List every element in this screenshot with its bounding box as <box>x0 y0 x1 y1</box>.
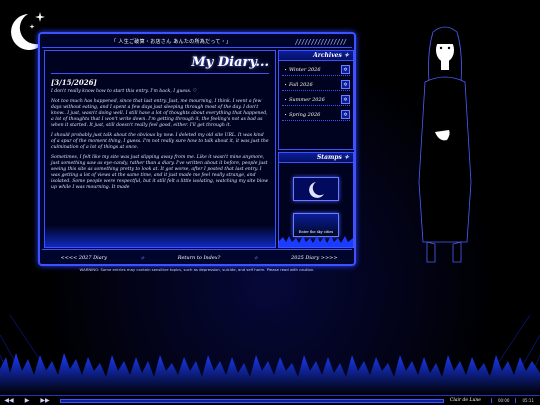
sparkle-icon: ✧ <box>253 254 259 262</box>
previous-track-button[interactable]: ◀◀ <box>0 397 18 404</box>
archive-label: Fall 2026 <box>289 81 313 88</box>
archive-label: Winter 2026 <box>289 66 321 73</box>
divider <box>42 249 352 250</box>
leaf-icon: ✲ <box>341 80 350 89</box>
flower-icon: ✲ <box>341 110 350 119</box>
diary-panel[interactable]: My Diary... [3/15/2026] I don't really k… <box>44 50 276 248</box>
archive-item-summer[interactable]: • Summer 2026 ✲ <box>282 94 350 106</box>
entry-paragraph: I don't really know how to start this en… <box>51 89 197 94</box>
grass-decoration <box>279 236 353 247</box>
diary-title: My Diary... <box>191 55 269 70</box>
diary-window: 「 人生ご破算・お店さん あんたの所為だって・」 ///////////////… <box>38 32 356 266</box>
stamps-title: Stamps ✧ <box>279 153 353 163</box>
next-diary-link[interactable]: 2025 Diary >>>> <box>291 255 337 261</box>
bullet-icon: • <box>284 112 287 117</box>
window-title: 「 人生ご破算・お店さん あんたの所為だって・」 <box>111 39 232 45</box>
bullet-icon: • <box>284 82 287 87</box>
archives-title: Archives ✧ <box>279 51 353 61</box>
moon-stamp-icon <box>309 182 324 198</box>
return-index-link[interactable]: Return to Index? <box>178 255 221 261</box>
stamp-caption: Enter the sky cities <box>298 230 334 234</box>
archive-label: Summer 2026 <box>289 96 325 103</box>
title-bar: 「 人生ご破算・お店さん あんたの所為だって・」 ///////////////… <box>42 36 352 48</box>
entry-date: [3/15/2026] <box>51 78 97 87</box>
play-button[interactable]: ▶ <box>18 397 36 404</box>
diary-nav: <<<< 2027 Diary ✧ Return to Index? ✧ 202… <box>44 252 354 264</box>
divider <box>42 264 352 265</box>
divider <box>51 73 269 74</box>
archive-item-fall[interactable]: • Fall 2026 ✲ <box>282 79 350 91</box>
duration-time: 05:11 <box>515 398 540 403</box>
content-warning: WARNING: Some entries may contain sensit… <box>79 267 315 272</box>
music-player: ◀◀ ▶ ▶▶ Clair de Lune 00:00 05:11 <box>0 395 540 405</box>
elapsed-time: 00:00 <box>490 398 516 403</box>
progress-bar[interactable] <box>60 398 444 403</box>
archives-panel: Archives ✧ • Winter 2026 ✲ • Fall 2026 ✲… <box>278 50 354 150</box>
sun-icon: ✲ <box>341 95 350 104</box>
character-figure <box>418 26 472 263</box>
archive-item-spring[interactable]: • Spring 2026 ✲ <box>282 109 350 121</box>
entry-paragraph: Sometimes, I felt like my site was just … <box>51 155 269 190</box>
diary-glow <box>45 225 275 247</box>
sparkle-icon: ✧ <box>139 254 145 262</box>
moon-stamp[interactable] <box>293 177 339 201</box>
bullet-icon: • <box>284 97 287 102</box>
grass-decoration <box>0 353 540 395</box>
sky-cities-stamp[interactable]: Enter the sky cities <box>293 213 339 237</box>
title-stripes: //////////////// <box>294 37 347 46</box>
song-title: Clair de Lune <box>449 398 481 403</box>
next-track-button[interactable]: ▶▶ <box>36 397 54 404</box>
entry-paragraph: Not too much has happened, since that la… <box>51 99 268 128</box>
bullet-icon: • <box>284 67 287 72</box>
stamps-panel: Stamps ✧ Enter the sky cities <box>278 152 354 248</box>
archive-label: Spring 2026 <box>289 111 321 118</box>
snowflake-icon: ✲ <box>341 65 350 74</box>
archive-item-winter[interactable]: • Winter 2026 ✲ <box>282 64 350 76</box>
entry-paragraph: I should probably just talk about the ob… <box>51 133 269 150</box>
prev-diary-link[interactable]: <<<< 2027 Diary <box>60 255 106 261</box>
